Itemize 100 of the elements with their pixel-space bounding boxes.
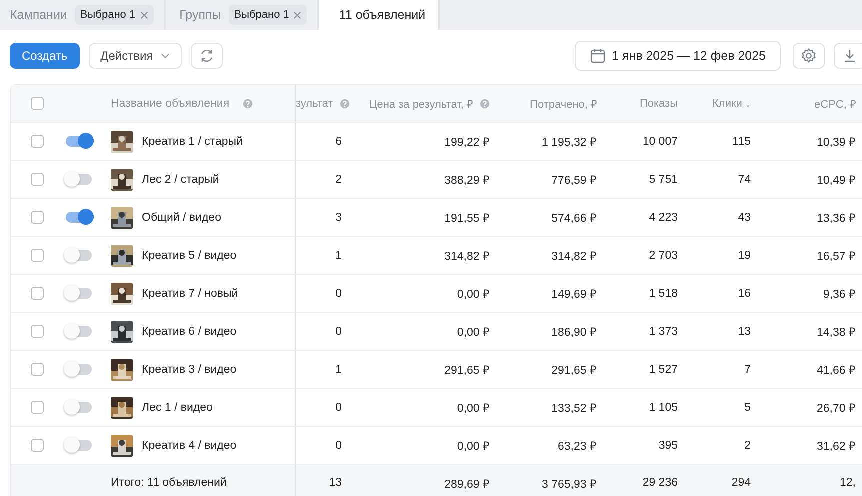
table-cell-text: 574,66 ₽ xyxy=(552,212,597,225)
toggle-switch[interactable] xyxy=(66,364,92,375)
refresh-button[interactable] xyxy=(191,43,224,69)
table-cell-text: 388,29 ₽ xyxy=(444,174,490,187)
table-cell: 1 105 xyxy=(649,402,678,414)
table-cell: 0 xyxy=(336,326,342,338)
table-cell-text: 10,39 ₽ xyxy=(817,136,856,149)
table-cell-text: 0,00 ₽ xyxy=(457,288,490,301)
table-cell-text: 63,23 ₽ xyxy=(558,440,597,453)
table-cell-text: 186,90 ₽ xyxy=(552,326,597,339)
table-cell: 74 xyxy=(738,174,751,186)
total-cell-text: 3 765,93 ₽ xyxy=(542,478,597,490)
settings-icon xyxy=(800,47,818,65)
ad-name[interactable]: Креатив 5 / видео xyxy=(142,250,237,262)
checkbox[interactable] xyxy=(30,363,44,376)
checkbox[interactable] xyxy=(30,97,44,110)
checkbox[interactable] xyxy=(30,173,44,186)
table-cell-text: 9,36 ₽ xyxy=(823,288,856,301)
ad-name[interactable]: Лес 2 / старый xyxy=(142,174,220,186)
tab[interactable]: Кампании Выбрано 1 xyxy=(0,0,166,30)
table-cell: 6 xyxy=(336,136,342,148)
total-cell: 13 xyxy=(329,477,342,489)
table-cell: 16 xyxy=(738,288,751,300)
create-button[interactable]: Создать xyxy=(10,43,80,69)
toggle-switch[interactable] xyxy=(66,212,92,223)
ad-name[interactable]: Креатив 3 / видео xyxy=(142,364,237,376)
toggle-switch[interactable] xyxy=(66,326,92,337)
table-cell-text: 13,36 ₽ xyxy=(817,212,856,225)
toggle-switch[interactable] xyxy=(66,402,92,413)
table-cell-text: 291,65 ₽ xyxy=(552,364,597,377)
download-button[interactable] xyxy=(834,43,862,69)
table-cell: 2 703 xyxy=(649,250,678,262)
checkbox[interactable] xyxy=(30,249,44,262)
help-icon[interactable] xyxy=(242,98,253,108)
table-cell-text: 31,62 ₽ xyxy=(817,440,856,453)
table-cell: 1 518 xyxy=(649,288,678,300)
help-icon[interactable] xyxy=(480,98,490,108)
table-cell-text: 149,69 ₽ xyxy=(552,288,597,301)
table-cell-text: 0,00 ₽ xyxy=(457,440,490,453)
table-cell: 0 xyxy=(336,402,342,414)
total-cell: 29 236 xyxy=(642,477,678,489)
table-cell: 43 xyxy=(738,212,751,224)
table-cell: 115 xyxy=(732,136,751,148)
table-cell-text: 1 195,32 ₽ xyxy=(542,136,597,149)
table-cell: 1 373 xyxy=(649,326,678,338)
download-icon xyxy=(842,48,858,64)
table-cell: 7 xyxy=(744,364,751,376)
ad-name[interactable]: Креатив 6 / видео xyxy=(142,326,237,338)
toggle-switch[interactable] xyxy=(66,174,92,185)
table-cell: 19 xyxy=(738,250,751,262)
checkbox[interactable] xyxy=(30,325,44,338)
toggle-switch[interactable] xyxy=(66,440,92,451)
table-cell-text: 191,55 ₽ xyxy=(444,212,490,225)
table-cell: 3 xyxy=(336,212,342,224)
actions-dropdown[interactable]: Действия xyxy=(88,43,182,69)
checkbox[interactable] xyxy=(30,211,44,224)
settings-button[interactable] xyxy=(793,43,825,69)
ad-name[interactable]: Креатив 7 / новый xyxy=(142,288,238,300)
help-icon[interactable] xyxy=(340,98,350,108)
close-icon[interactable] xyxy=(140,10,149,20)
table-cell-text: 199,22 ₽ xyxy=(444,136,490,149)
table-cell: 395 xyxy=(658,440,678,452)
ad-name[interactable]: Креатив 4 / видео xyxy=(142,440,237,452)
table-cell: 1 xyxy=(336,250,342,262)
filter-chip[interactable]: Выбрано 1 xyxy=(229,5,308,25)
total-cell-text: 289,69 ₽ xyxy=(444,478,490,490)
table-cell-text: 26,70 ₽ xyxy=(817,402,856,415)
total-cell: 12, xyxy=(840,477,856,489)
table-cell-text: 314,82 ₽ xyxy=(444,250,490,263)
totals-label: Итого: 11 объявлений xyxy=(111,477,227,489)
table-cell: 2 xyxy=(744,440,751,452)
date-range-picker[interactable]: 1 янв 2025 — 12 фев 2025 xyxy=(575,41,781,71)
table-cell-text: 133,52 ₽ xyxy=(552,402,597,415)
caret-icon xyxy=(161,53,170,59)
table-cell: 10 007 xyxy=(642,136,678,148)
table-cell-text: 776,59 ₽ xyxy=(552,174,597,187)
toggle-switch[interactable] xyxy=(66,250,92,261)
filter-chip[interactable]: Выбрано 1 xyxy=(75,5,154,25)
tab[interactable]: Группы Выбрано 1 xyxy=(166,0,320,30)
table-cell: 5 xyxy=(744,402,751,414)
table-cell-text: 16,57 ₽ xyxy=(817,250,856,263)
table-cell: 0 xyxy=(336,440,342,452)
calendar-icon xyxy=(590,48,606,64)
ad-name[interactable]: Креатив 1 / старый xyxy=(142,136,243,148)
tab[interactable]: 11 объявлений xyxy=(319,0,440,30)
table-cell: 5 751 xyxy=(649,174,678,186)
table-cell-text: 0,00 ₽ xyxy=(457,326,490,339)
table-cell: 4 223 xyxy=(649,212,678,224)
checkbox[interactable] xyxy=(30,287,44,300)
toggle-switch[interactable] xyxy=(66,136,92,147)
close-icon[interactable] xyxy=(293,10,302,20)
table-cell: 0 xyxy=(336,288,342,300)
ad-name[interactable]: Общий / видео xyxy=(142,212,222,224)
toggle-switch[interactable] xyxy=(66,288,92,299)
checkbox[interactable] xyxy=(30,439,44,452)
table-cell-text: 10,49 ₽ xyxy=(817,174,856,187)
checkbox[interactable] xyxy=(30,135,44,148)
ad-name[interactable]: Лес 1 / видео xyxy=(142,402,213,414)
checkbox[interactable] xyxy=(30,401,44,414)
table-cell: 2 xyxy=(336,174,342,186)
